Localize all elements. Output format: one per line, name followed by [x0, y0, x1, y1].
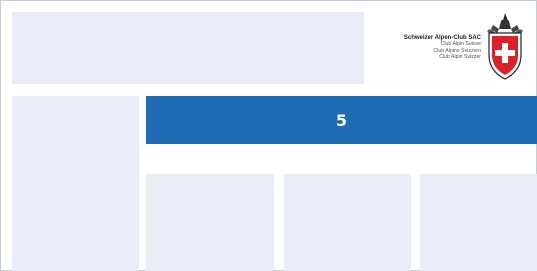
logo-subtitle-rm: Club Alpin Svizzer [439, 54, 481, 61]
logo-text: Schweizer Alpen-Club SAC Club Alpin Suis… [404, 35, 481, 61]
content-card-2[interactable] [284, 174, 411, 271]
sidebar-placeholder [12, 96, 139, 271]
sac-crest-icon [487, 13, 523, 80]
content-card-1[interactable] [146, 174, 274, 271]
step-banner: 5 [146, 96, 537, 144]
step-number: 5 [335, 110, 348, 130]
content-card-3[interactable] [420, 174, 537, 271]
sac-logo[interactable]: Schweizer Alpen-Club SAC Club Alpin Suis… [365, 7, 533, 84]
header-placeholder [12, 12, 364, 84]
